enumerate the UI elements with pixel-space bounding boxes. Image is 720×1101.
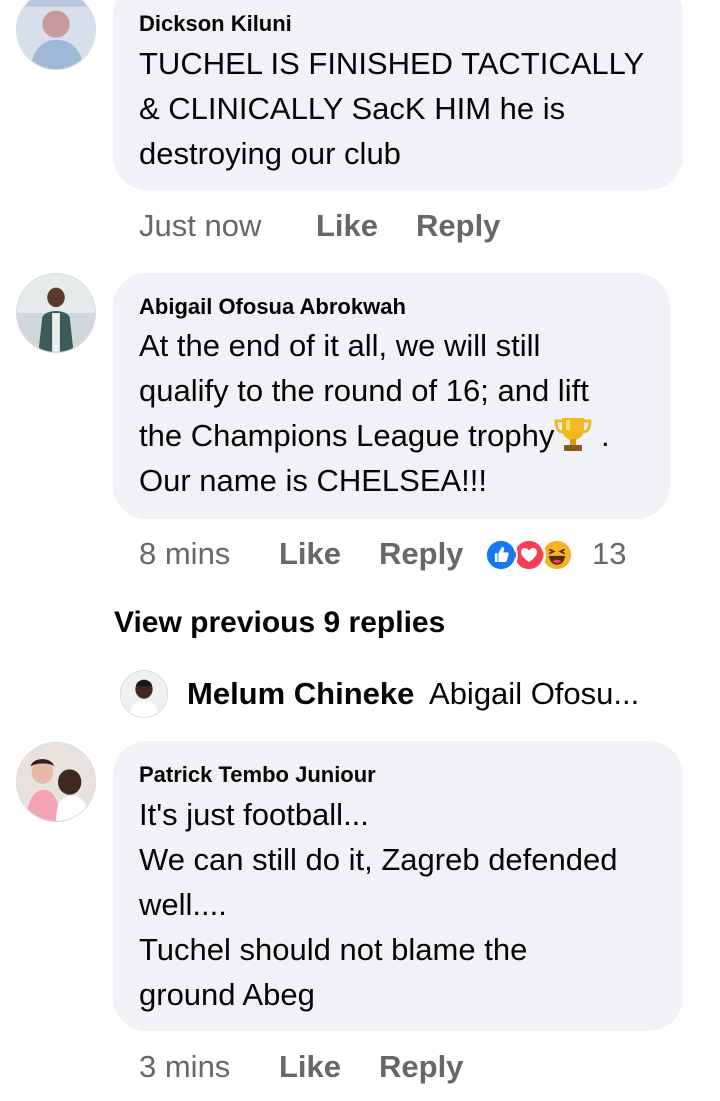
comment-text-line: Our name is CHELSEA!!! xyxy=(139,463,488,498)
reply-preview-text: Abigail Ofosu... xyxy=(429,676,640,711)
like-button[interactable]: Like xyxy=(279,536,341,572)
reply-preview[interactable]: Melum Chineke Abigail Ofosu... xyxy=(187,676,639,712)
comment-text-segment: the Champions League trophy xyxy=(139,418,555,453)
comment-text-line: We can still do it, Zagreb defended xyxy=(139,842,618,877)
comment-bubble: Patrick Tembo Juniour It's just football… xyxy=(113,741,683,1031)
reply-button[interactable]: Reply xyxy=(416,208,500,244)
like-button[interactable]: Like xyxy=(316,208,378,244)
reply-button[interactable]: Reply xyxy=(379,536,463,572)
profile-photo-icon xyxy=(17,743,95,821)
reply-avatar[interactable] xyxy=(120,670,168,718)
comment-timestamp: 3 mins xyxy=(139,1049,231,1084)
comment-author[interactable]: Dickson Kiluni xyxy=(139,11,292,37)
comment-timestamp: Just now xyxy=(139,208,262,243)
profile-photo-icon xyxy=(121,671,167,717)
like-reaction-icon xyxy=(484,538,518,572)
comment-timestamp: 8 mins xyxy=(139,536,231,571)
comment-text-line: well.... xyxy=(139,887,227,922)
comment-text-line: At the end of it all, we will still xyxy=(139,328,541,363)
trophy-icon xyxy=(554,414,592,454)
comment-text-line: It's just football... xyxy=(139,797,369,832)
comment-bubble: Abigail Ofosua Abrokwah At the end of it… xyxy=(113,273,670,519)
avatar[interactable] xyxy=(16,0,96,70)
comment-author[interactable]: Patrick Tembo Juniour xyxy=(139,762,376,788)
reply-button[interactable]: Reply xyxy=(379,1049,463,1085)
view-previous-replies-link[interactable]: View previous 9 replies xyxy=(114,606,445,640)
profile-photo-icon xyxy=(17,0,95,69)
comment-text-line: ground Abeg xyxy=(139,977,315,1012)
avatar[interactable] xyxy=(16,273,96,353)
profile-photo-icon xyxy=(17,274,95,352)
comment-text-line: qualify to the round of 16; and lift xyxy=(139,373,589,408)
like-button[interactable]: Like xyxy=(279,1049,341,1085)
comment-author[interactable]: Abigail Ofosua Abrokwah xyxy=(139,294,406,320)
avatar[interactable] xyxy=(16,742,96,822)
reply-author: Melum Chineke xyxy=(187,676,415,711)
comment-bubble: Dickson Kiluni TUCHEL IS FINISHED TACTIC… xyxy=(113,0,683,190)
reaction-count[interactable]: 13 xyxy=(592,536,626,572)
comment-text-segment: . xyxy=(592,418,610,453)
comment-text-line-with-emoji: the Champions League trophy . xyxy=(139,413,610,458)
comment-text-line: & CLINICALLY SacK HIM he is xyxy=(139,91,566,126)
comment-text-line: destroying our club xyxy=(139,136,401,171)
comment-text-line: TUCHEL IS FINISHED TACTICALLY xyxy=(139,46,645,81)
comment-text-line: Tuchel should not blame the xyxy=(139,932,528,967)
reactions-summary[interactable] xyxy=(484,538,584,572)
